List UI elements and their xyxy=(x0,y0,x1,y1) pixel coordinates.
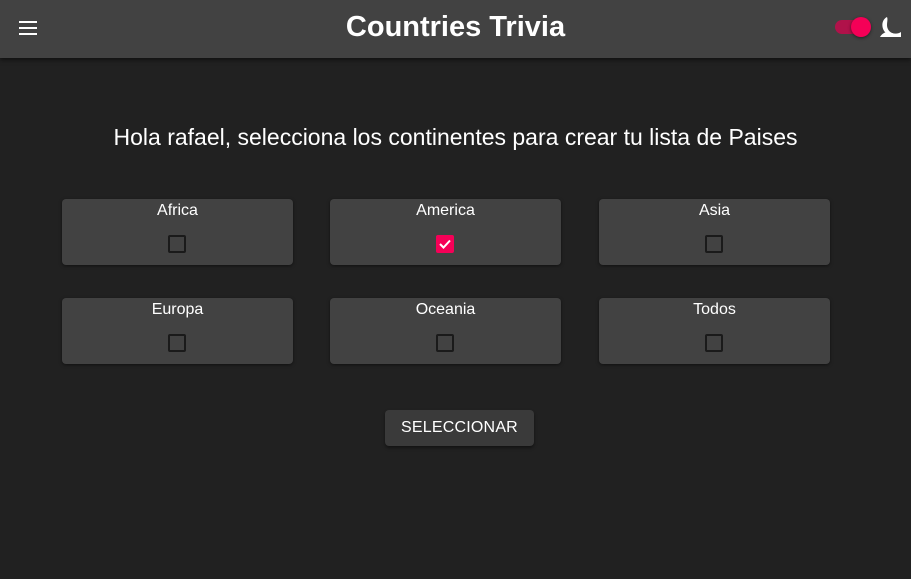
todos-checkbox[interactable] xyxy=(705,334,723,352)
menu-icon xyxy=(19,21,37,35)
europa-checkbox[interactable] xyxy=(168,334,186,352)
asia-checkbox[interactable] xyxy=(705,235,723,253)
continent-card-todos: Todos xyxy=(599,298,830,364)
app-bar: Countries Trivia xyxy=(0,0,911,58)
continent-label: America xyxy=(416,202,475,219)
dark-mode-toggle[interactable] xyxy=(834,17,872,37)
continent-label: Oceania xyxy=(415,301,476,318)
select-button[interactable]: SELECCIONAR xyxy=(385,410,534,446)
continent-label: Africa xyxy=(157,202,198,219)
greeting-text: Hola rafael, selecciona los continentes … xyxy=(113,124,798,150)
continent-card-africa: Africa xyxy=(62,199,293,265)
africa-checkbox[interactable] xyxy=(168,235,186,253)
america-checkbox[interactable] xyxy=(436,235,454,253)
app-title: Countries Trivia xyxy=(345,11,566,43)
continent-label: Asia xyxy=(698,202,731,219)
continent-label: Todos xyxy=(693,301,736,318)
menu-button[interactable] xyxy=(12,12,44,44)
moon-icon[interactable] xyxy=(878,16,902,38)
continent-card-europa: Europa xyxy=(62,298,293,364)
continent-label: Europa xyxy=(151,301,204,318)
continent-card-asia: Asia xyxy=(599,199,830,265)
toggle-thumb xyxy=(851,17,871,37)
continent-card-america: America xyxy=(330,199,561,265)
continent-card-oceania: Oceania xyxy=(330,298,561,364)
oceania-checkbox[interactable] xyxy=(436,334,454,352)
